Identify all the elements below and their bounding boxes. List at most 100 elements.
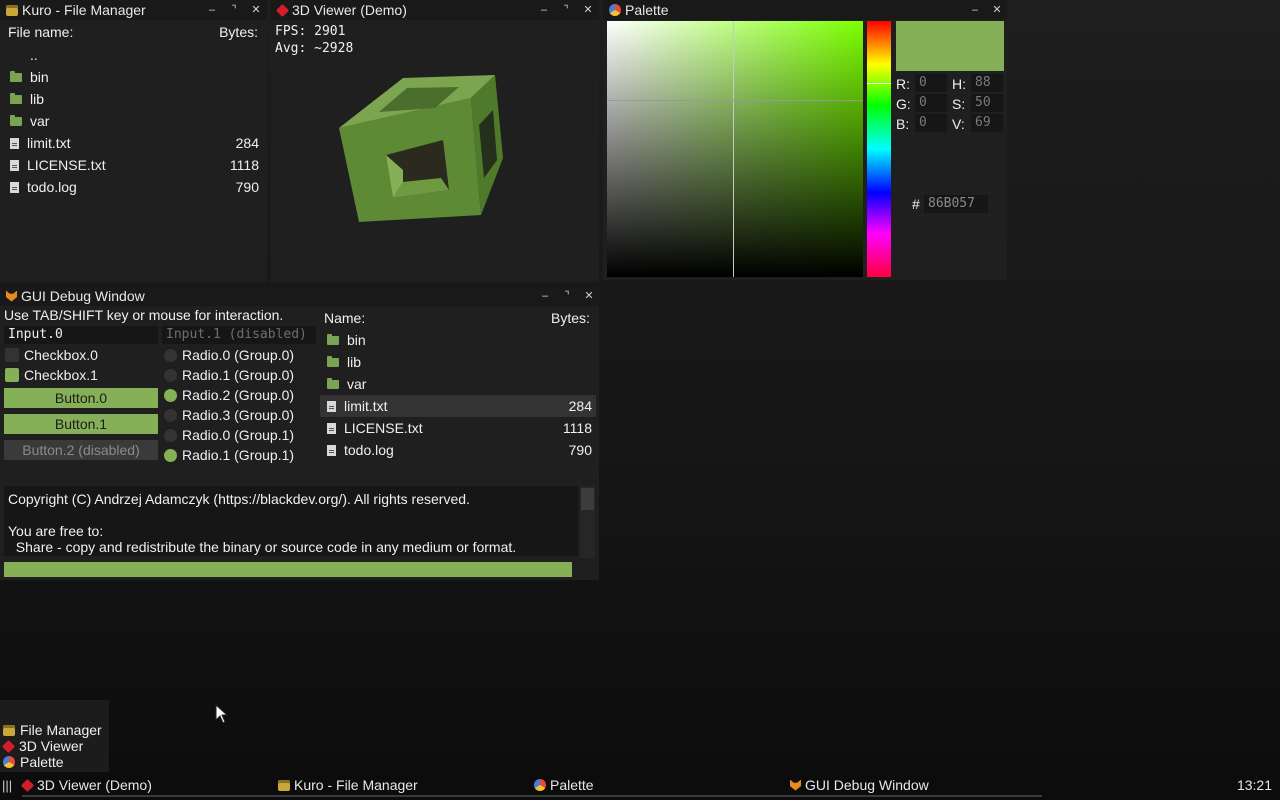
radio-button[interactable] — [164, 349, 177, 362]
radio-label[interactable]: Radio.3 (Group.0) — [182, 407, 294, 423]
palette-titlebar[interactable]: Palette — [603, 0, 1007, 20]
close-button[interactable]: ✕ — [578, 286, 600, 306]
file-manager-icon — [6, 4, 18, 16]
list-row[interactable]: var — [320, 373, 596, 395]
fps-readout: FPS: 2901 — [275, 24, 346, 39]
button-0[interactable]: Button.0 — [4, 388, 158, 408]
radio-label[interactable]: Radio.1 (Group.0) — [182, 367, 294, 383]
maximize-button[interactable]: ⌝ — [556, 286, 578, 306]
taskbar-item[interactable]: Palette — [534, 774, 594, 796]
r-label: R: — [896, 76, 910, 92]
close-button[interactable]: ✕ — [245, 0, 267, 20]
window-title: 3D Viewer (Demo) — [292, 2, 407, 18]
file-size: 284 — [235, 135, 259, 151]
debug-icon — [790, 779, 801, 791]
radio-button[interactable] — [164, 389, 177, 402]
g-label: G: — [896, 96, 911, 112]
checkbox-1-box[interactable] — [5, 368, 19, 382]
minimize-button[interactable]: – — [533, 0, 555, 20]
close-button[interactable]: ✕ — [577, 0, 599, 20]
b-input[interactable]: 0 — [915, 114, 947, 132]
palette-icon — [609, 4, 621, 16]
launcher-item[interactable]: File Manager — [0, 722, 109, 738]
maximize-button[interactable]: ✕ — [986, 0, 1008, 20]
list-item-name: var — [347, 376, 367, 392]
taskbar-underline — [22, 795, 1042, 797]
hint-text: Use TAB/SHIFT key or mouse for interacti… — [4, 307, 284, 323]
file-row[interactable]: limit.txt 284 — [0, 132, 267, 154]
launcher-menu[interactable]: File Manager 3D Viewer Palette — [0, 700, 109, 772]
taskbar-item[interactable]: Kuro - File Manager — [278, 774, 418, 796]
taskbar-item-label: GUI Debug Window — [805, 777, 929, 793]
radio-button[interactable] — [164, 409, 177, 422]
folder-icon — [327, 334, 339, 345]
file-name: lib — [30, 91, 45, 107]
r-input[interactable]: 0 — [915, 74, 947, 92]
viewer-window[interactable]: 3D Viewer (Demo) – ⌝ ✕ FPS: 2901 Avg: ~2… — [271, 0, 599, 282]
file-row[interactable]: lib — [0, 88, 267, 110]
checkbox-0-label[interactable]: Checkbox.0 — [24, 347, 98, 363]
radio-label[interactable]: Radio.1 (Group.1) — [182, 447, 294, 463]
palette-window[interactable]: Palette – ✕ R: 0 G: 0 B: 0 H: 88 S: 50 V… — [603, 0, 1007, 280]
list-row[interactable]: todo.log 790 — [320, 439, 596, 461]
launcher-item[interactable]: Palette — [0, 754, 109, 770]
debug-window[interactable]: GUI Debug Window – ⌝ ✕ Use TAB/SHIFT key… — [0, 286, 599, 580]
radio-label[interactable]: Radio.2 (Group.0) — [182, 387, 294, 403]
debug-titlebar[interactable]: GUI Debug Window — [0, 286, 599, 306]
v-input[interactable]: 69 — [971, 114, 1003, 132]
file-size: 1118 — [229, 157, 259, 173]
radio-button[interactable] — [164, 429, 177, 442]
radio-button[interactable] — [164, 369, 177, 382]
text-area-scrollbar[interactable] — [580, 486, 595, 558]
hex-input[interactable]: 86B057 — [924, 195, 988, 213]
list-header-name[interactable]: Name: — [324, 310, 365, 326]
saturation-value-picker[interactable] — [607, 21, 863, 277]
button-2-disabled[interactable]: Button.2 (disabled) — [4, 440, 158, 460]
hue-slider[interactable] — [867, 21, 891, 277]
taskbar-item[interactable]: GUI Debug Window — [790, 774, 929, 796]
log-file-icon — [10, 181, 19, 193]
h-input[interactable]: 88 — [971, 74, 1003, 92]
file-manager-window[interactable]: Kuro - File Manager – ⌝ ✕ File name: Byt… — [0, 0, 267, 282]
taskbar-item[interactable]: 3D Viewer (Demo) — [20, 774, 152, 796]
maximize-button[interactable]: ⌝ — [555, 0, 577, 20]
list-item-name: limit.txt — [344, 398, 388, 414]
button-1[interactable]: Button.1 — [4, 414, 158, 434]
radio-label[interactable]: Radio.0 (Group.1) — [182, 427, 294, 443]
scrollbar-thumb[interactable] — [581, 488, 594, 510]
list-row[interactable]: limit.txt 284 — [320, 395, 596, 417]
checkbox-1-label[interactable]: Checkbox.1 — [24, 367, 98, 383]
minimize-button[interactable]: – — [534, 286, 556, 306]
launcher-item[interactable]: 3D Viewer — [0, 738, 109, 754]
launcher-item-label: File Manager — [20, 722, 102, 738]
picker-crosshair-horizontal — [607, 100, 863, 101]
g-input[interactable]: 0 — [915, 94, 947, 112]
taskbar-menu-button[interactable]: ||| — [2, 778, 12, 793]
input-1-disabled[interactable]: Input.1 (disabled) — [162, 326, 316, 344]
maximize-button[interactable]: ⌝ — [223, 0, 245, 20]
file-row[interactable]: bin — [0, 66, 267, 88]
column-header-size[interactable]: Bytes: — [219, 24, 258, 40]
file-row[interactable]: .. — [0, 44, 267, 66]
file-row[interactable]: var — [0, 110, 267, 132]
checkbox-0-box[interactable] — [5, 348, 19, 362]
taskbar-item-label: Palette — [550, 777, 594, 793]
column-header-name[interactable]: File name: — [8, 24, 73, 40]
radio-label[interactable]: Radio.0 (Group.0) — [182, 347, 294, 363]
minimize-button[interactable]: – — [964, 0, 986, 20]
list-row[interactable]: LICENSE.txt 1118 — [320, 417, 596, 439]
list-header-size[interactable]: Bytes: — [551, 310, 590, 326]
cube-render[interactable] — [331, 70, 511, 245]
hue-slider-marker[interactable] — [867, 83, 891, 84]
file-row[interactable]: todo.log 790 — [0, 176, 267, 198]
minimize-button[interactable]: – — [201, 0, 223, 20]
s-input[interactable]: 50 — [971, 94, 1003, 112]
list-item-name: LICENSE.txt — [344, 420, 423, 436]
list-row[interactable]: bin — [320, 329, 596, 351]
file-row[interactable]: LICENSE.txt 1118 — [0, 154, 267, 176]
input-0[interactable]: Input.0 — [4, 326, 158, 344]
file-icon — [10, 137, 19, 149]
cube-icon — [275, 3, 290, 17]
radio-button[interactable] — [164, 449, 177, 462]
list-row[interactable]: lib — [320, 351, 596, 373]
